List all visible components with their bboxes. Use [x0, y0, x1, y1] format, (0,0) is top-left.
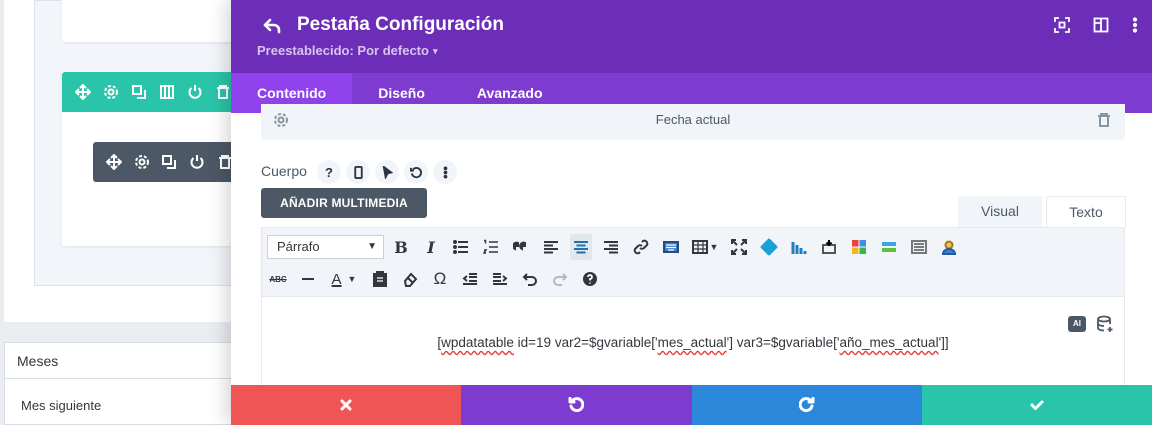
undo-icon — [568, 397, 585, 413]
toolbar-row-1: Párrafo ▼ B I ▼ — [267, 234, 968, 260]
caret-down-icon: ▼ — [709, 242, 719, 252]
stack-icon[interactable] — [878, 234, 900, 260]
ai-icon[interactable]: AI — [1068, 316, 1086, 332]
preset-dropdown[interactable]: Preestablecido: Por defecto ▾ — [257, 43, 437, 58]
columns-icon[interactable] — [158, 83, 176, 101]
chart-icon[interactable] — [788, 234, 810, 260]
trash-icon[interactable] — [214, 83, 232, 101]
align-center-icon[interactable] — [570, 234, 592, 260]
fullscreen-icon[interactable] — [1054, 17, 1070, 33]
align-left-icon[interactable] — [540, 234, 562, 260]
back-arrow-icon[interactable] — [261, 15, 283, 37]
meses-panel: Meses Mes siguiente — [4, 342, 234, 425]
editor-content-area[interactable]: AI [wpdatatable id=19 var2=$gvariable['m… — [261, 297, 1125, 387]
cursor-icon[interactable] — [375, 160, 399, 184]
mobile-icon[interactable] — [346, 160, 370, 184]
outdent-icon[interactable] — [459, 266, 481, 292]
meses-item[interactable]: Mes siguiente — [5, 379, 233, 413]
italic-button[interactable]: I — [420, 234, 442, 260]
redo-button[interactable] — [691, 385, 922, 425]
builder-canvas: Meses Mes siguiente — [0, 0, 234, 425]
table-icon[interactable]: ▼ — [690, 234, 720, 260]
modal-footer — [231, 385, 1152, 425]
builder-row-top — [62, 0, 234, 42]
split-view-icon[interactable] — [1093, 17, 1109, 33]
list-box-icon[interactable] — [908, 234, 930, 260]
link-icon[interactable] — [630, 234, 652, 260]
duplicate-icon[interactable] — [161, 153, 179, 171]
bold-button[interactable]: B — [390, 234, 412, 260]
strikethrough-button[interactable]: ABC — [267, 266, 289, 292]
cuerpo-options: ? — [317, 160, 457, 184]
tab-texto[interactable]: Texto — [1046, 196, 1126, 227]
settings-modal: Pestaña Configuración Preestablecido: Po… — [231, 0, 1152, 425]
save-button[interactable] — [921, 385, 1152, 425]
keyboard-icon[interactable] — [660, 234, 682, 260]
modal-title: Pestaña Configuración — [297, 14, 504, 35]
reset-icon[interactable] — [404, 160, 428, 184]
check-icon — [1030, 400, 1044, 410]
redo-icon — [798, 397, 815, 413]
close-icon — [340, 399, 352, 411]
move-icon[interactable] — [74, 83, 92, 101]
format-select[interactable]: Párrafo ▼ — [267, 235, 384, 259]
format-value: Párrafo — [277, 239, 320, 254]
caret-down-icon: ▾ — [432, 46, 438, 56]
undo-icon[interactable] — [519, 266, 541, 292]
power-icon[interactable] — [186, 83, 204, 101]
duplicate-icon[interactable] — [130, 83, 148, 101]
toolbar-row-2: ABC A ▼ Ω — [267, 266, 609, 292]
horizontal-line-icon[interactable] — [297, 266, 319, 292]
editor-mode-tabs: Visual Texto — [958, 196, 1126, 227]
blockquote-icon[interactable] — [510, 234, 532, 260]
redo-icon[interactable] — [549, 266, 571, 292]
editor-toolbar: Párrafo ▼ B I ▼ ABC A ▼ Ω — [261, 227, 1125, 297]
bullet-list-icon[interactable] — [450, 234, 472, 260]
text-color-button[interactable]: A ▼ — [327, 266, 361, 292]
help-icon[interactable] — [579, 266, 601, 292]
power-icon[interactable] — [188, 153, 206, 171]
preset-label: Preestablecido: Por defecto — [257, 43, 429, 58]
undo-button[interactable] — [461, 385, 692, 425]
add-media-button[interactable]: AÑADIR MULTIMEDIA — [261, 188, 427, 218]
cuerpo-label: Cuerpo — [261, 163, 307, 179]
special-char-button[interactable]: Ω — [429, 266, 451, 292]
help-icon[interactable]: ? — [317, 160, 341, 184]
shortcode-part: mes_actual — [657, 335, 727, 350]
database-add-icon[interactable] — [1096, 315, 1114, 333]
user-icon[interactable] — [938, 234, 960, 260]
meses-header: Meses — [5, 343, 233, 379]
trash-icon[interactable] — [1097, 112, 1111, 128]
gear-icon[interactable] — [133, 153, 151, 171]
row-toolbar — [62, 72, 234, 112]
shortcode-part: wpdatatable — [441, 335, 514, 350]
shortcode-text: [wpdatatable id=19 var2=$gvariable['mes_… — [262, 335, 1124, 350]
more-options-icon[interactable] — [1127, 17, 1143, 33]
align-right-icon[interactable] — [600, 234, 622, 260]
move-icon[interactable] — [105, 153, 123, 171]
shortcode-part: año_mes_actual — [839, 335, 939, 350]
shortcode-part: '] var3=$gvariable[' — [726, 335, 840, 350]
field-label: Fecha actual — [655, 112, 731, 127]
insert-table-icon[interactable] — [818, 234, 840, 260]
caret-down-icon: ▼ — [347, 274, 357, 284]
modal-header: Pestaña Configuración Preestablecido: Po… — [231, 0, 1152, 73]
more-options-icon[interactable] — [433, 160, 457, 184]
discard-button[interactable] — [231, 385, 462, 425]
shortcode-part: ']] — [938, 335, 949, 350]
grid-colors-icon[interactable] — [848, 234, 870, 260]
tab-visual[interactable]: Visual — [958, 196, 1042, 227]
indent-icon[interactable] — [489, 266, 511, 292]
numbered-list-icon[interactable] — [480, 234, 502, 260]
module-toolbar — [93, 142, 234, 182]
eraser-icon[interactable] — [399, 266, 421, 292]
fullscreen-icon[interactable] — [728, 234, 750, 260]
paste-text-icon[interactable] — [369, 266, 391, 292]
shortcode-part: id=19 var2=$gvariable[' — [513, 335, 658, 350]
text-color-label: A — [331, 270, 342, 288]
plugin-cube-icon[interactable] — [758, 234, 780, 260]
caret-down-icon: ▼ — [367, 241, 377, 252]
field-row-fecha[interactable]: Fecha actual — [261, 104, 1125, 140]
gear-icon[interactable] — [102, 83, 120, 101]
